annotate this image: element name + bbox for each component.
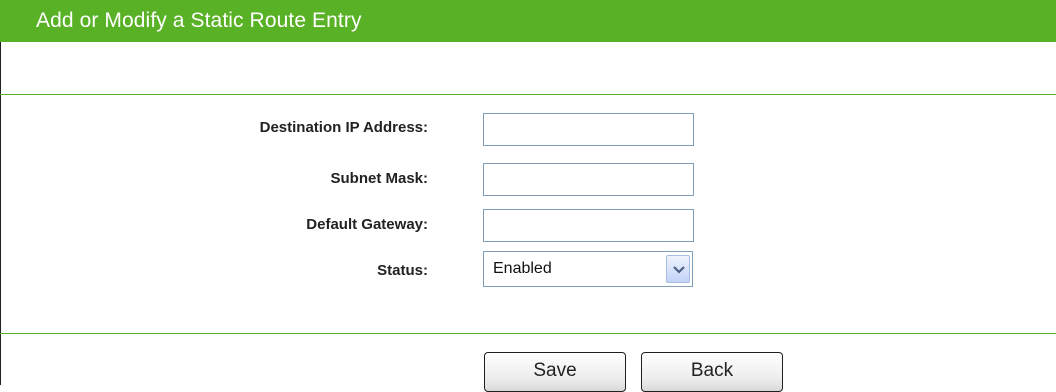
- default-gateway-label: Default Gateway:: [306, 216, 428, 233]
- dropdown-button[interactable]: [666, 255, 690, 283]
- divider-top: [0, 94, 1056, 95]
- default-gateway-input[interactable]: [483, 209, 694, 242]
- title-bar: Add or Modify a Static Route Entry: [0, 0, 1056, 42]
- subnet-mask-input[interactable]: [483, 163, 694, 196]
- chevron-down-icon: [673, 266, 685, 274]
- status-selected-value: Enabled: [493, 260, 552, 277]
- page-title: Add or Modify a Static Route Entry: [36, 9, 362, 32]
- destination-ip-input[interactable]: [483, 113, 694, 146]
- back-button[interactable]: Back: [641, 352, 783, 392]
- divider-bottom: [0, 333, 1056, 334]
- status-select[interactable]: Enabled: [483, 251, 693, 287]
- save-button[interactable]: Save: [484, 352, 626, 392]
- subnet-mask-label: Subnet Mask:: [330, 170, 428, 187]
- destination-ip-label: Destination IP Address:: [259, 119, 428, 136]
- status-label: Status:: [377, 262, 428, 279]
